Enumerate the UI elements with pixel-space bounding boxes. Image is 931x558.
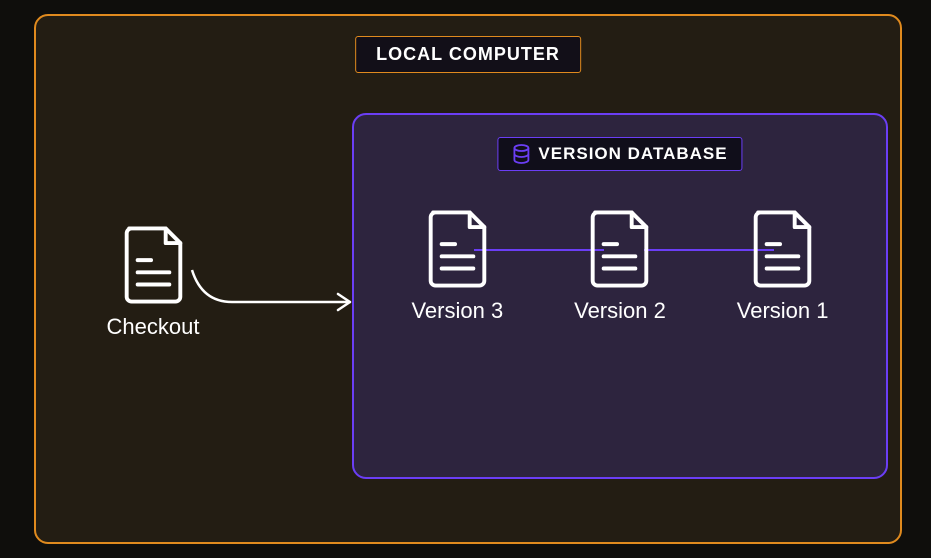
checkout-node: Checkout (93, 226, 213, 340)
version-database-text: VERSION DATABASE (538, 144, 727, 164)
file-icon (750, 210, 815, 288)
versions-row: Version 3 Version 2 (354, 210, 886, 324)
checkout-label: Checkout (107, 314, 200, 340)
arrow-icon (188, 264, 368, 324)
version-2-node: Version 2 (545, 210, 695, 324)
version-1-node: Version 1 (708, 210, 858, 324)
version-database-label: VERSION DATABASE (497, 137, 742, 171)
version-2-label: Version 2 (574, 298, 666, 324)
version-3-label: Version 3 (411, 298, 503, 324)
file-icon (425, 210, 490, 288)
version-3-node: Version 3 (382, 210, 532, 324)
local-computer-container: LOCAL COMPUTER Checkout (34, 14, 902, 544)
database-icon (512, 144, 530, 164)
file-icon (587, 210, 652, 288)
version-database-container: VERSION DATABASE Version 3 (352, 113, 888, 479)
file-icon (121, 226, 186, 304)
version-1-label: Version 1 (737, 298, 829, 324)
local-computer-label: LOCAL COMPUTER (355, 36, 581, 73)
